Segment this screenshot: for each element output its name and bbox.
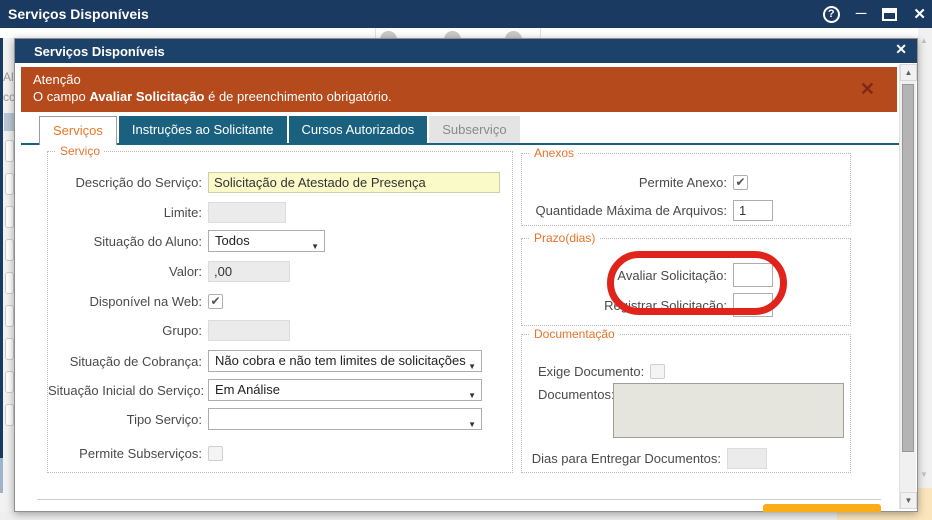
toolbar-circle-icon — [380, 31, 397, 38]
valor-input[interactable] — [208, 261, 290, 282]
documentos-label: Documentos: — [538, 387, 615, 402]
avaliar-solicitacao-label: Avaliar Solicitação: — [521, 268, 727, 283]
chevron-down-icon: ▼ — [468, 415, 476, 430]
disponivel-na-web-checkbox[interactable]: ✔ — [208, 294, 223, 309]
fieldset-prazo-legend: Prazo(dias) — [530, 231, 599, 245]
page-scroll-up-icon[interactable]: ▲ — [920, 36, 928, 45]
background-text-fragment: Alg — [3, 70, 14, 84]
tab-subservico[interactable]: Subserviço — [429, 116, 519, 143]
tipo-servico-select[interactable]: ▼ — [208, 408, 482, 430]
scroll-thumb[interactable] — [902, 84, 914, 452]
tab-instrucoes-ao-solicitante[interactable]: Instruções ao Solicitante — [119, 116, 287, 143]
background-text-fragment: co — [3, 90, 14, 104]
valor-label: Valor: — [48, 264, 202, 279]
servicos-disponiveis-dialog: Serviços Disponíveis ✕ Atenção O campo A… — [14, 38, 918, 512]
modal-title: Serviços Disponíveis — [15, 44, 165, 59]
situacao-do-aluno-select[interactable]: Todos ▼ — [208, 230, 325, 252]
permite-anexo-checkbox[interactable]: ✔ — [733, 175, 748, 190]
background-bottom-strip — [0, 512, 932, 520]
background-toolbar-strip — [0, 28, 932, 38]
footer-divider — [37, 499, 881, 500]
documentos-textarea[interactable] — [613, 383, 844, 438]
scroll-up-button[interactable]: ▲ — [900, 64, 917, 81]
modal-close-icon[interactable]: ✕ — [895, 41, 907, 58]
permite-subservicos-label: Permite Subserviços: — [48, 446, 202, 461]
chevron-down-icon: ▼ — [468, 357, 476, 372]
background-left-strip: Alg co — [0, 38, 14, 520]
situacao-inicial-do-servico-select[interactable]: Em Análise ▼ — [208, 379, 482, 401]
situacao-do-aluno-label: Situação do Aluno: — [48, 234, 202, 249]
exige-documento-checkbox[interactable] — [650, 364, 665, 379]
toolbar-circle-icon — [505, 31, 522, 38]
modal-header[interactable]: Serviços Disponíveis ✕ — [15, 39, 917, 63]
toolbar-circle-icon — [444, 31, 461, 38]
permite-anexo-label: Permite Anexo: — [521, 175, 727, 190]
dias-para-entregar-label: Dias para Entregar Documentos: — [521, 451, 721, 466]
banner-close-icon[interactable]: ✕ — [860, 79, 875, 100]
situacao-inicial-do-servico-label: Situação Inicial do Serviço: — [48, 383, 202, 398]
banner-field-name: Avaliar Solicitação — [89, 89, 204, 104]
scroll-down-button[interactable]: ▼ — [900, 492, 917, 509]
tab-cursos-autorizados[interactable]: Cursos Autorizados — [289, 116, 428, 143]
page: Serviços Disponíveis ? ─ ✕ Alg co ▲ ▼ Se — [0, 0, 932, 520]
situacao-de-cobranca-select[interactable]: Não cobra e não tem limites de solicitaç… — [208, 350, 482, 372]
page-scrollbar[interactable]: ▲ ▼ — [918, 28, 932, 520]
fieldset-servico-legend: Serviço — [56, 144, 104, 158]
chevron-down-icon: ▼ — [311, 237, 319, 252]
banner-title: Atenção — [33, 72, 885, 87]
window-title: Serviços Disponíveis — [0, 6, 149, 22]
dias-para-entregar-input[interactable] — [727, 448, 767, 469]
minimize-icon[interactable]: ─ — [856, 0, 867, 28]
warning-banner: Atenção O campo Avaliar Solicitação é de… — [21, 67, 897, 112]
situacao-de-cobranca-label: Situação de Cobrança: — [48, 354, 202, 369]
page-scroll-down-icon[interactable]: ▼ — [920, 470, 928, 479]
tab-servicos[interactable]: Serviços — [39, 116, 117, 145]
exige-documento-label: Exige Documento: — [538, 364, 644, 379]
background-grid-cell — [4, 113, 14, 131]
footer-accent-button[interactable] — [763, 504, 881, 512]
grupo-input[interactable] — [208, 320, 290, 341]
fieldset-anexos-legend: Anexos — [530, 146, 578, 160]
avaliar-solicitacao-input[interactable] — [733, 263, 773, 287]
window-close-icon[interactable]: ✕ — [913, 5, 926, 23]
fieldset-documentacao-legend: Documentação — [530, 327, 619, 341]
descricao-do-servico-input[interactable] — [208, 172, 500, 193]
limite-label: Limite: — [48, 205, 202, 220]
limite-input[interactable] — [208, 202, 286, 223]
quantidade-maxima-input[interactable] — [733, 200, 773, 221]
tab-bar: Serviços Instruções ao Solicitante Curso… — [39, 116, 520, 143]
registrar-solicitacao-input[interactable] — [733, 293, 773, 317]
help-icon[interactable]: ? — [823, 6, 840, 23]
grupo-label: Grupo: — [48, 323, 202, 338]
banner-message: O campo Avaliar Solicitação é de preench… — [33, 89, 885, 104]
permite-subservicos-checkbox[interactable] — [208, 446, 223, 461]
maximize-icon[interactable] — [882, 8, 897, 21]
tab-underline — [21, 143, 899, 145]
modal-scrollbar[interactable]: ▲ ▼ — [899, 64, 916, 509]
quantidade-maxima-label: Quantidade Máxima de Arquivos: — [521, 203, 727, 218]
chevron-down-icon: ▼ — [468, 386, 476, 401]
descricao-do-servico-label: Descrição do Serviço: — [48, 175, 202, 190]
window-titlebar: Serviços Disponíveis ? ─ ✕ — [0, 0, 932, 28]
disponivel-na-web-label: Disponível na Web: — [48, 294, 202, 309]
tipo-servico-label: Tipo Serviço: — [48, 412, 202, 427]
registrar-solicitacao-label: Registrar Solicitação: — [521, 298, 727, 313]
